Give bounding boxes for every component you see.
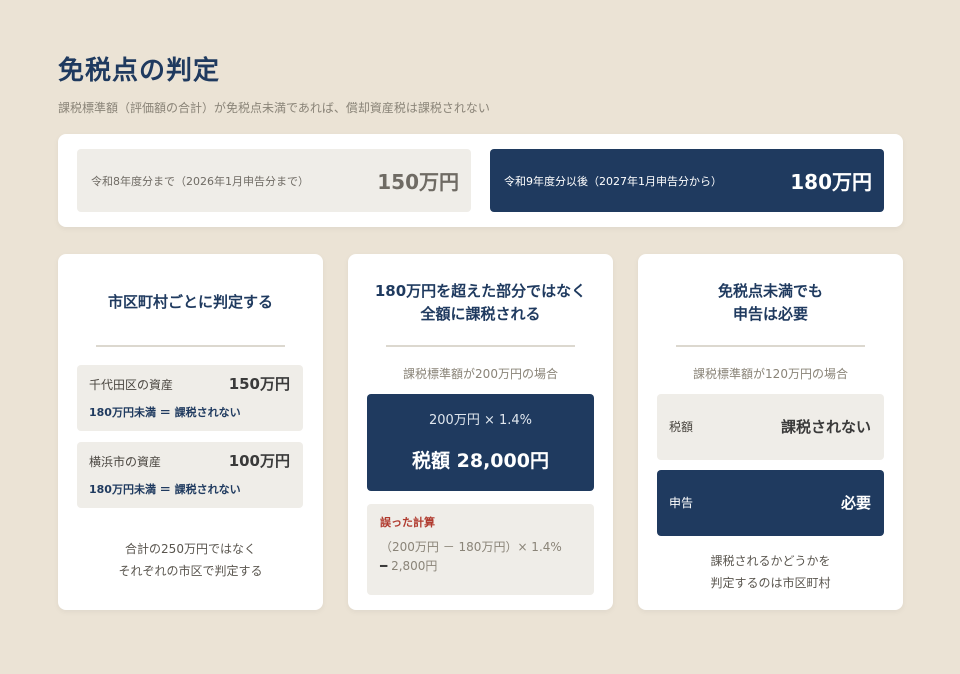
- wrong-label: 誤った計算: [380, 516, 435, 529]
- wrong-mark: ━: [380, 559, 388, 573]
- footer-line: 課税されるかどうかを: [710, 554, 831, 568]
- case-label: 課税標準額が120万円の場合: [693, 367, 848, 381]
- asset-status: 180万円未満 ＝ 課税されない: [89, 406, 241, 419]
- card-municipal-footer: 合計の250万円ではなく それぞれの市区で判定する: [58, 538, 323, 582]
- calc-result: 税額 28,000円: [412, 450, 549, 472]
- title-line: 全額に課税される: [420, 305, 541, 323]
- title-line: 申告は必要: [732, 305, 808, 323]
- case-label: 課税標準額が200万円の場合: [403, 367, 558, 381]
- asset-value: 100万円: [228, 452, 290, 470]
- threshold-panel: 令和8年度分まで（2026年1月申告分まで） 150万円 令和9年度分以後（20…: [58, 134, 903, 227]
- correct-calculation-box: 200万円 × 1.4% 税額 28,000円: [367, 394, 594, 491]
- calc-formula: 200万円 × 1.4%: [429, 413, 532, 428]
- card-municipal: 市区町村ごとに判定する 千代田区の資産 150万円 180万円未満 ＝ 課税され…: [58, 254, 323, 610]
- asset-name: 横浜市の資産: [89, 455, 162, 469]
- filing-box: 申告 必要: [657, 470, 884, 536]
- threshold-current-label: 令和8年度分まで（2026年1月申告分まで）: [91, 174, 309, 188]
- card-divider: [386, 345, 575, 347]
- wrong-formula: （200万円 － 180万円）× 1.4% ━ 2,800円: [380, 538, 585, 576]
- card-filing: 免税点未満でも 申告は必要 課税標準額が120万円の場合 税額 課税されない 申…: [638, 254, 903, 610]
- wrong-formula-text: （200万円 － 180万円）× 1.4%: [380, 540, 562, 554]
- threshold-new-label: 令和9年度分以後（2027年1月申告分から）: [504, 174, 722, 188]
- title-line: 180万円を超えた部分ではなく: [374, 282, 587, 300]
- tax-amount-box: 税額 課税されない: [657, 394, 884, 460]
- filing-label: 申告: [669, 496, 694, 510]
- threshold-current-value: 150万円: [377, 170, 459, 194]
- page-title: 免税点の判定: [58, 56, 221, 86]
- asset-value: 150万円: [228, 375, 290, 393]
- threshold-current: 令和8年度分まで（2026年1月申告分まで） 150万円: [77, 149, 471, 212]
- tax-amount-value: 課税されない: [780, 418, 871, 436]
- tax-amount-label: 税額: [669, 420, 694, 434]
- title-line: 免税点未満でも: [717, 282, 823, 300]
- footer-line: それぞれの市区で判定する: [118, 564, 263, 578]
- card-divider: [96, 345, 285, 347]
- threshold-new-value: 180万円: [790, 170, 872, 194]
- wrong-result: 2,800円: [391, 559, 438, 573]
- asset-box-yokohama: 横浜市の資産 100万円 180万円未満 ＝ 課税されない: [77, 442, 303, 508]
- card-full-amount: 180万円を超えた部分ではなく 全額に課税される 課税標準額が200万円の場合 …: [348, 254, 613, 610]
- filing-value: 必要: [840, 494, 871, 512]
- footer-line: 合計の250万円ではなく: [125, 542, 256, 556]
- asset-name: 千代田区の資産: [89, 378, 174, 392]
- footer-line: 判定するのは市区町村: [710, 576, 831, 590]
- wrong-calculation-box: 誤った計算 （200万円 － 180万円）× 1.4% ━ 2,800円: [367, 504, 594, 595]
- card-municipal-title: 市区町村ごとに判定する: [107, 293, 273, 311]
- card-full-amount-title: 180万円を超えた部分ではなく 全額に課税される: [348, 280, 613, 326]
- threshold-new: 令和9年度分以後（2027年1月申告分から） 180万円: [490, 149, 884, 212]
- card-filing-title: 免税点未満でも 申告は必要: [638, 280, 903, 326]
- card-divider: [676, 345, 865, 347]
- card-filing-footer: 課税されるかどうかを 判定するのは市区町村: [638, 550, 903, 594]
- asset-status: 180万円未満 ＝ 課税されない: [89, 483, 241, 496]
- asset-box-chiyoda: 千代田区の資産 150万円 180万円未満 ＝ 課税されない: [77, 365, 303, 431]
- page-subtitle: 課税標準額（評価額の合計）が免税点未満であれば、償却資産税は課税されない: [58, 101, 490, 115]
